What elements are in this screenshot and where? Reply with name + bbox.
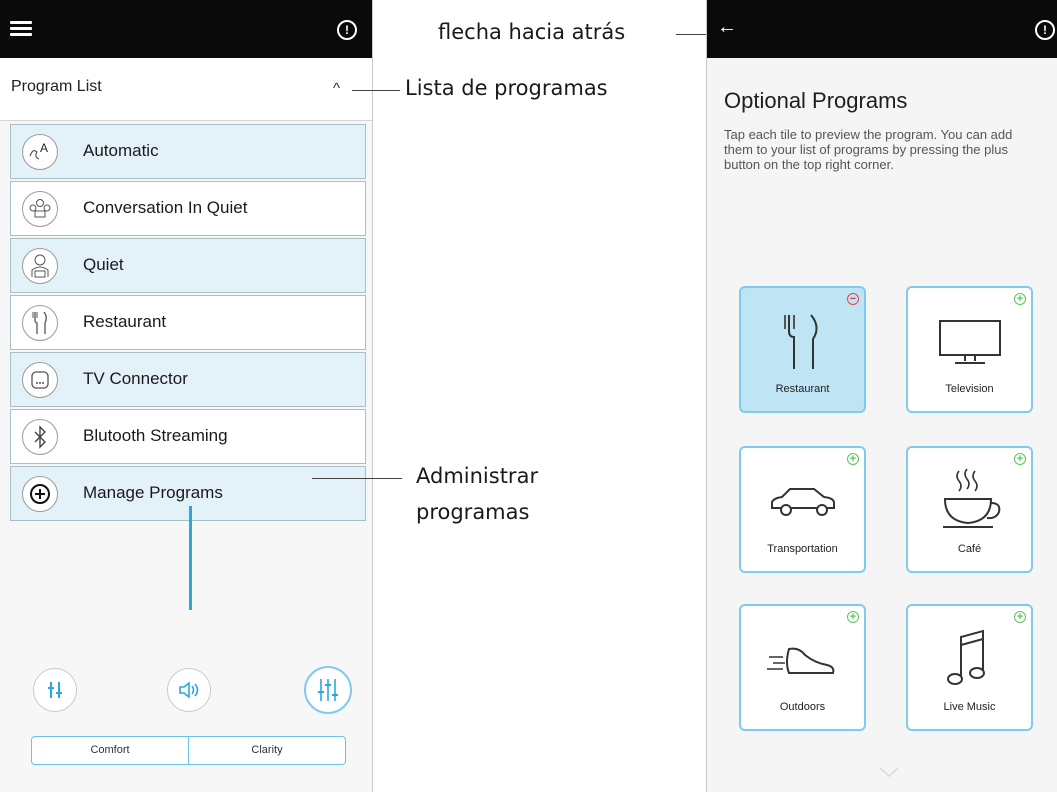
running-shoe-icon — [741, 624, 864, 696]
program-label: Automatic — [83, 141, 159, 160]
back-arrow-icon[interactable]: ← — [717, 16, 737, 39]
fork-knife-icon — [22, 305, 58, 341]
add-program-button[interactable]: + — [1014, 293, 1026, 305]
tile-label: Live Music — [943, 701, 996, 713]
program-label: Restaurant — [83, 312, 167, 331]
program-list-leader-line — [352, 90, 400, 91]
manage-programs-button[interactable]: Manage Programs — [10, 466, 366, 521]
connector-line — [189, 506, 192, 610]
tile-restaurant[interactable]: − Restaurant — [739, 286, 866, 413]
optional-programs-screen: ← ! Optional Programs Tap each tile to p… — [706, 0, 1057, 792]
television-icon — [908, 306, 1031, 378]
program-label: Conversation In Quiet — [83, 198, 248, 217]
program-list-screen: ! Program List ^ A Automatic Conversatio… — [0, 0, 373, 792]
equalizer-icon — [48, 682, 62, 698]
add-program-button[interactable]: + — [1014, 611, 1026, 623]
music-note-icon — [908, 624, 1031, 696]
tv-connector-icon — [22, 362, 58, 398]
info-icon[interactable]: ! — [337, 20, 357, 40]
top-bar: ! — [0, 0, 372, 58]
add-program-button[interactable]: + — [847, 611, 859, 623]
program-list-title: Program List — [11, 78, 102, 95]
chevron-up-icon[interactable]: ^ — [333, 80, 340, 97]
program-item-quiet[interactable]: Quiet — [10, 238, 366, 293]
top-bar: ← ! — [707, 0, 1057, 58]
program-label: Quiet — [83, 255, 124, 274]
info-icon[interactable]: ! — [1035, 20, 1055, 40]
tile-transportation[interactable]: + Transportation — [739, 446, 866, 573]
automatic-icon: A — [22, 134, 58, 170]
program-label: TV Connector — [83, 369, 188, 388]
bluetooth-icon — [22, 419, 58, 455]
tile-label: Café — [957, 543, 982, 555]
program-item-conversation-in-quiet[interactable]: Conversation In Quiet — [10, 181, 366, 236]
program-item-restaurant[interactable]: Restaurant — [10, 295, 366, 350]
program-item-bluetooth-streaming[interactable]: Blutooth Streaming — [10, 409, 366, 464]
fork-knife-icon — [741, 306, 864, 378]
program-label: Manage Programs — [83, 483, 223, 502]
equalizer-button[interactable] — [33, 668, 77, 712]
program-list-annotation: Lista de programas — [405, 76, 608, 100]
clarity-mode-button[interactable]: Clarity — [189, 737, 345, 764]
add-program-button[interactable]: + — [847, 453, 859, 465]
car-icon — [741, 466, 864, 538]
svg-text:A: A — [40, 141, 48, 155]
remove-program-button[interactable]: − — [847, 293, 859, 305]
comfort-mode-button[interactable]: Comfort — [32, 737, 189, 764]
tile-label: Outdoors — [779, 701, 826, 713]
tile-cafe[interactable]: + Café — [906, 446, 1033, 573]
plus-circle-icon — [22, 476, 58, 512]
program-item-automatic[interactable]: A Automatic — [10, 124, 366, 179]
program-item-tv-connector[interactable]: TV Connector — [10, 352, 366, 407]
back-arrow-leader-line — [676, 34, 706, 35]
tile-outdoors[interactable]: + Outdoors — [739, 604, 866, 731]
sliders-icon — [318, 679, 338, 701]
tile-label: Television — [945, 383, 994, 395]
manage-programs-annotation-line2: programas — [416, 500, 530, 524]
coffee-cup-icon — [908, 466, 1031, 538]
page-title: Optional Programs — [724, 88, 908, 113]
speaker-icon — [179, 681, 199, 699]
program-list-header[interactable]: Program List ^ — [0, 58, 372, 121]
tile-label: Transportation — [767, 543, 838, 555]
sliders-button[interactable] — [304, 666, 352, 714]
tile-live-music[interactable]: + Live Music — [906, 604, 1033, 731]
volume-button[interactable] — [167, 668, 211, 712]
tile-television[interactable]: + Television — [906, 286, 1033, 413]
quiet-person-icon — [22, 248, 58, 284]
page-description: Tap each tile to preview the program. Yo… — [724, 127, 1013, 172]
tile-label: Restaurant — [775, 383, 830, 395]
manage-programs-annotation-line1: Administrar — [416, 464, 539, 488]
add-program-button[interactable]: + — [1014, 453, 1026, 465]
program-label: Blutooth Streaming — [83, 426, 228, 445]
mode-toggle: Comfort Clarity — [31, 736, 346, 765]
chevron-down-icon[interactable] — [878, 766, 900, 778]
back-arrow-annotation: flecha hacia atrás — [438, 20, 626, 44]
hamburger-menu-icon[interactable] — [10, 21, 32, 37]
program-list: A Automatic Conversation In Quiet Quiet … — [10, 124, 366, 523]
conversation-group-icon — [22, 191, 58, 227]
manage-programs-leader-line — [312, 478, 402, 479]
